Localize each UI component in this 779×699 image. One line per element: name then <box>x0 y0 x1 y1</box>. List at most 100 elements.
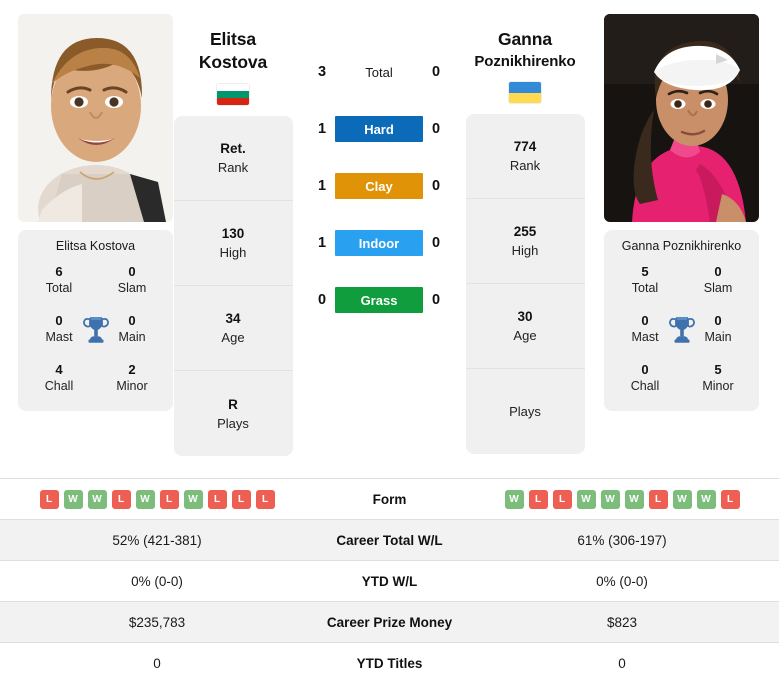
right-stat-total-label: Total <box>631 281 659 295</box>
left-titles-row-3: 4 Chall 2 Minor <box>24 361 167 399</box>
left-stat-chall: 4 Chall <box>33 361 85 395</box>
right-stat-main-label: Main <box>704 330 732 344</box>
left-stat-chall-label: Chall <box>44 379 74 393</box>
left-ytd-titles: 0 <box>153 655 161 671</box>
player-comparison-page: Elitsa Kostova 6 Total 0 Slam 0 Mast 0 M… <box>0 0 779 699</box>
form-badge-w: W <box>183 489 203 509</box>
table-row-career-total-wl-label: Career Total W/L <box>336 532 443 548</box>
right-form-strip: WLLWWWLWWL <box>479 489 779 509</box>
left-info-rank: Ret. Rank <box>173 116 293 201</box>
h2h-indoor-right: 0 <box>431 235 441 251</box>
right-player-card-name: Ganna Poznikhirenko <box>621 239 742 253</box>
right-info-rank-value: 774 <box>513 139 537 154</box>
form-badge-l: L <box>648 489 668 509</box>
right-player-info-card: 774 Rank 255 High 30 Age Plays <box>465 114 585 454</box>
left-player-name-column: Elitsa Kostova Ret. Rank 130 High 34 Age <box>172 0 294 456</box>
form-badge-w: W <box>63 489 83 509</box>
form-badge-w: W <box>624 489 644 509</box>
right-stat-main: 0 Main <box>692 312 744 346</box>
h2h-total-left: 3 <box>317 64 327 80</box>
comparison-stats-table: LWWLWLWLLL Form WLLWWWLWWL 52% (421-381)… <box>0 478 779 683</box>
left-info-high: 130 High <box>173 201 293 286</box>
left-stat-main-value: 0 <box>128 313 136 328</box>
right-info-rank: 774 Rank <box>465 114 585 199</box>
left-stat-main-label: Main <box>118 330 146 344</box>
left-player-titles-card: Elitsa Kostova 6 Total 0 Slam 0 Mast 0 M… <box>18 230 173 411</box>
right-stat-mast-value: 0 <box>641 313 649 328</box>
h2h-total-label: Total <box>365 64 393 80</box>
table-row-ytd-wl: 0% (0-0) YTD W/L 0% (0-0) <box>0 560 779 601</box>
form-badge-l: L <box>552 489 572 509</box>
left-stat-chall-value: 4 <box>55 362 63 377</box>
right-stat-mast-label: Mast <box>631 330 659 344</box>
bulgaria-flag-icon <box>217 84 249 105</box>
left-stat-total-label: Total <box>45 281 73 295</box>
left-info-plays-value: R <box>228 396 238 412</box>
left-stat-minor-label: Minor <box>116 379 148 393</box>
right-stat-mast: 0 Mast <box>619 312 671 346</box>
right-stat-minor: 5 Minor <box>692 361 744 395</box>
h2h-clay-right: 0 <box>431 178 441 194</box>
h2h-clay-label[interactable]: Clay <box>335 173 423 199</box>
left-info-high-label: High <box>219 245 247 260</box>
right-stat-chall-value: 0 <box>641 362 649 377</box>
left-stat-mast-value: 0 <box>55 313 63 328</box>
form-badge-w: W <box>672 489 692 509</box>
right-stat-main-value: 0 <box>714 313 722 328</box>
h2h-indoor-label[interactable]: Indoor <box>335 230 423 256</box>
left-player-first-name: Elitsa <box>209 29 257 49</box>
left-stat-mast-label: Mast <box>45 330 73 344</box>
right-stat-slam: 0 Slam <box>692 263 744 297</box>
right-info-plays-label: Plays <box>509 404 541 419</box>
form-badge-w: W <box>504 489 524 509</box>
right-stat-total: 5 Total <box>619 263 671 297</box>
right-player-first-name: Ganna <box>498 29 552 49</box>
left-player-info-card: Ret. Rank 130 High 34 Age R Plays <box>173 116 293 456</box>
left-stat-total-value: 6 <box>55 264 63 279</box>
form-badge-w: W <box>576 489 596 509</box>
left-titles-row-1: 6 Total 0 Slam <box>24 263 167 301</box>
right-career-total-wl: 61% (306-197) <box>577 532 667 548</box>
h2h-hard-left: 1 <box>317 121 327 137</box>
form-badge-w: W <box>135 489 155 509</box>
left-titles-row-2: 0 Mast 0 Main <box>24 312 167 350</box>
h2h-row-total: 3 Total 0 <box>294 58 464 86</box>
right-player-titles-card: Ganna Poznikhirenko 5 Total 0 Slam 0 Mas… <box>604 230 759 411</box>
right-info-plays: Plays <box>466 369 585 454</box>
form-badge-l: L <box>720 489 740 509</box>
left-stat-mast: 0 Mast <box>33 312 85 346</box>
h2h-row-clay: 1 Clay 0 <box>294 172 464 200</box>
h2h-row-grass: 0 Grass 0 <box>294 286 464 314</box>
table-row-ytd-titles: 0 YTD Titles 0 <box>0 642 779 683</box>
h2h-row-hard: 1 Hard 0 <box>294 115 464 143</box>
right-info-age-label: Age <box>513 328 537 343</box>
form-badge-w: W <box>600 489 620 509</box>
left-info-high-value: 130 <box>221 226 245 241</box>
right-stat-total-value: 5 <box>641 264 649 279</box>
table-row-ytd-titles-label: YTD Titles <box>356 655 423 671</box>
left-stat-minor: 2 Minor <box>106 361 158 395</box>
right-info-rank-label: Rank <box>509 158 541 173</box>
h2h-total-right: 0 <box>431 64 441 80</box>
right-stat-chall: 0 Chall <box>619 361 671 395</box>
left-info-age-value: 34 <box>225 311 241 326</box>
right-info-age-value: 30 <box>517 309 533 324</box>
h2h-grass-label[interactable]: Grass <box>335 287 423 313</box>
left-info-plays-label: Plays <box>217 415 249 431</box>
left-info-age-label: Age <box>221 330 245 345</box>
form-badge-l: L <box>207 489 227 509</box>
right-stat-slam-label: Slam <box>703 281 733 295</box>
right-ytd-titles: 0 <box>618 655 626 671</box>
left-stat-total: 6 Total <box>33 263 85 297</box>
h2h-clay-left: 1 <box>317 178 327 194</box>
right-stat-minor-value: 5 <box>714 362 722 377</box>
form-badge-l: L <box>39 489 59 509</box>
left-form-strip: LWWLWLWLLL <box>0 489 300 509</box>
left-career-total-wl: 52% (421-381) <box>112 532 202 548</box>
right-stat-minor-label: Minor <box>702 379 734 393</box>
h2h-hard-right: 0 <box>431 121 441 137</box>
h2h-hard-label[interactable]: Hard <box>335 116 423 142</box>
form-badge-l: L <box>231 489 251 509</box>
right-career-prize-money: $823 <box>606 614 638 630</box>
left-stat-main: 0 Main <box>106 312 158 346</box>
